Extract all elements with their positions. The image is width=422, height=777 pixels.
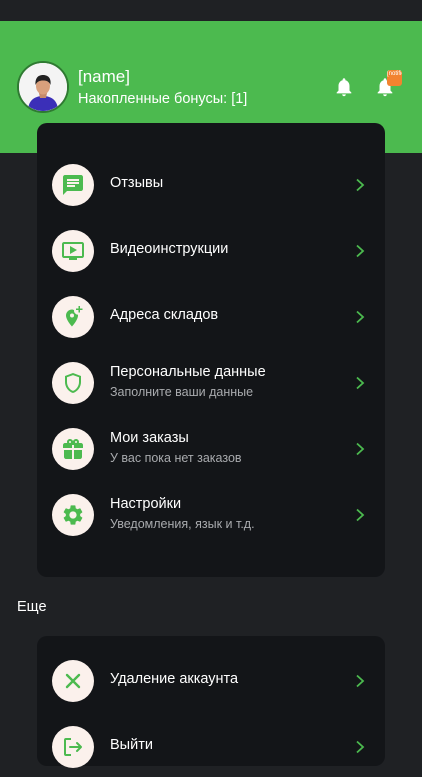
menu-item-subtitle: Уведомления, язык и т.д.: [110, 517, 255, 531]
menu-item-title: Адреса складов: [110, 307, 219, 323]
menu-item-warehouse-addresses[interactable]: Адреса складов: [37, 287, 385, 347]
chevron-right-icon: [356, 376, 365, 390]
chevron-right-icon: [356, 674, 365, 688]
menu-item-my-orders[interactable]: Мои заказы У вас пока нет заказов: [37, 419, 385, 479]
bell-icon[interactable]: [333, 76, 355, 98]
menu-item-video-instructions[interactable]: Видеоинструкции: [37, 221, 385, 281]
menu-item-title: Выйти: [110, 737, 153, 753]
menu-item-title: Настройки: [110, 496, 182, 512]
menu-item-title: Видеоинструкции: [110, 241, 229, 257]
chevron-right-icon: [356, 442, 365, 456]
user-name: [name]: [78, 67, 130, 86]
gear-icon: [52, 494, 94, 536]
chevron-right-icon: [356, 178, 365, 192]
menu-item-title: Удаление аккаунта: [110, 671, 239, 687]
more-section-title: Еще: [17, 599, 47, 615]
chevron-right-icon: [356, 740, 365, 754]
chevron-right-icon: [356, 310, 365, 324]
avatar[interactable]: [17, 61, 69, 113]
video-icon: [52, 230, 94, 272]
more-menu-card: Удаление аккаунта Выйти: [37, 636, 385, 768]
menu-item-title: Персональные данные: [110, 364, 266, 380]
menu-item-reviews[interactable]: Отзывы: [37, 155, 385, 215]
menu-item-personal-data[interactable]: Персональные данные Заполните ваши данны…: [37, 353, 385, 413]
menu-item-subtitle: Заполните ваши данные: [110, 385, 254, 399]
chat-icon: [52, 164, 94, 206]
add-location-icon: [52, 296, 94, 338]
shield-icon: [52, 362, 94, 404]
close-icon: [52, 660, 94, 702]
logout-icon: [52, 726, 94, 768]
chevron-right-icon: [356, 244, 365, 258]
menu-item-settings[interactable]: Настройки Уведомления, язык и т.д.: [37, 485, 385, 545]
bonus-text: Накопленные бонусы: [1]: [78, 91, 248, 107]
menu-item-title: Отзывы: [110, 175, 164, 191]
menu-item-logout[interactable]: Выйти: [37, 717, 385, 777]
menu-item-title: Мои заказы: [110, 430, 189, 446]
gift-icon: [52, 428, 94, 470]
status-bar: [0, 0, 422, 21]
menu-item-subtitle: У вас пока нет заказов: [110, 451, 242, 465]
chevron-right-icon: [356, 508, 365, 522]
user-avatar-icon: [19, 63, 67, 111]
notification-badge: [notification]: [387, 70, 402, 86]
menu-item-delete-account[interactable]: Удаление аккаунта: [37, 651, 385, 711]
main-menu-card: Отзывы Видеоинструкции Адреса складов Пе…: [37, 123, 385, 577]
